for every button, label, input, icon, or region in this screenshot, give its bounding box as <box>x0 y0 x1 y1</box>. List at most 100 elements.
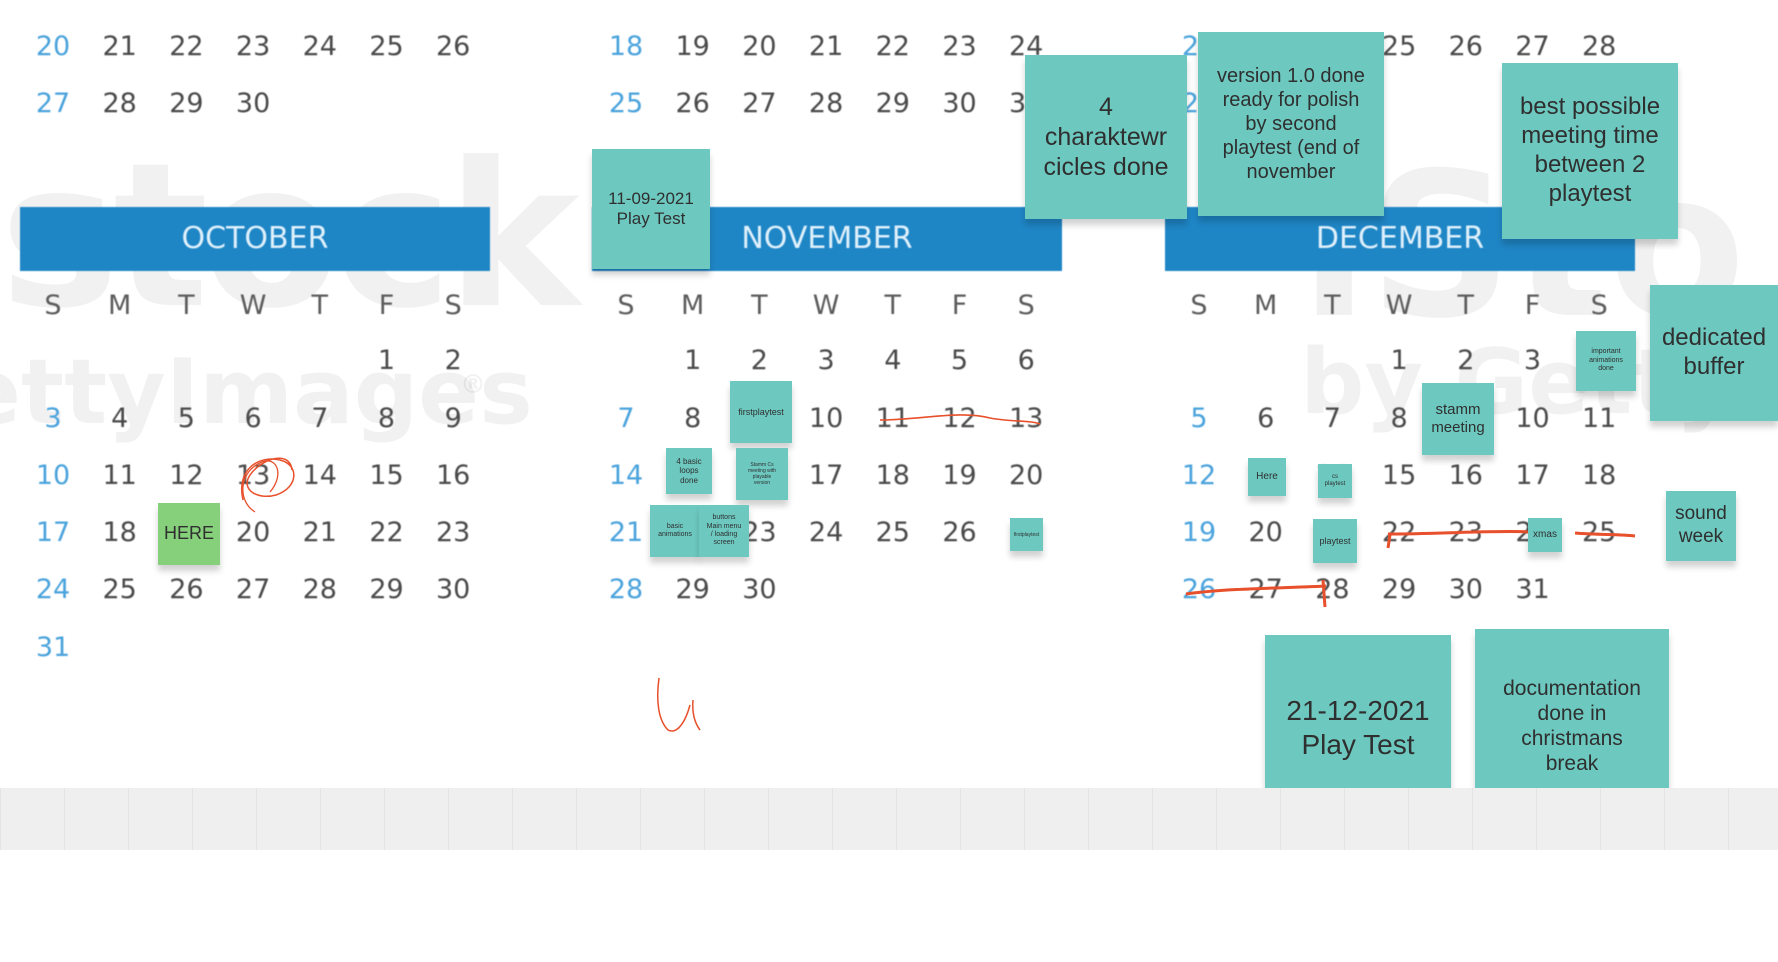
day-november-1: 1 <box>684 345 702 376</box>
day-october-18: 18 <box>102 517 137 548</box>
day-november-28: 28 <box>608 574 644 605</box>
day-october-25: 25 <box>102 574 137 605</box>
day-october-4: 4 <box>111 403 129 434</box>
day-october-26: 26 <box>169 574 204 605</box>
day-december-1: 1 <box>1390 345 1408 376</box>
day-october-7: 7 <box>311 403 329 434</box>
day-october-prev-24: 24 <box>302 31 337 62</box>
day-november-prev-19: 19 <box>675 31 710 62</box>
day-october-13: 13 <box>235 460 271 491</box>
weekday-october-6: S <box>444 290 462 321</box>
day-december-22: 22 <box>1381 517 1417 548</box>
day-december-17: 17 <box>1515 460 1550 491</box>
day-october-prev-28: 28 <box>102 88 137 119</box>
day-october-14: 14 <box>302 460 337 491</box>
sticky-note-here-oct[interactable]: HERE <box>158 503 220 565</box>
day-december-11: 11 <box>1582 403 1617 434</box>
day-december-27: 27 <box>1248 574 1283 605</box>
day-october-3: 3 <box>44 403 62 434</box>
sticky-note-playtest-dec[interactable]: playtest <box>1313 519 1357 563</box>
day-november-prev-23: 23 <box>942 31 977 62</box>
weekday-october-1: M <box>108 290 132 321</box>
day-october-27: 27 <box>235 574 271 605</box>
day-december-29: 29 <box>1381 574 1417 605</box>
day-december-6: 6 <box>1257 403 1275 434</box>
day-december-28: 28 <box>1315 574 1350 605</box>
day-october-29: 29 <box>369 574 404 605</box>
day-november-11: 11 <box>875 403 910 434</box>
day-november-14: 14 <box>608 460 644 491</box>
day-november-prev-26: 26 <box>675 88 710 119</box>
day-december-12: 12 <box>1181 460 1217 491</box>
sticky-note-documentation[interactable]: documentation done in christmans break <box>1475 629 1669 790</box>
handwriting-ui <box>656 677 701 732</box>
day-december-3: 3 <box>1523 345 1542 376</box>
day-november-21: 21 <box>608 517 644 548</box>
day-november-26: 26 <box>942 517 977 548</box>
day-november-20: 20 <box>1009 460 1044 491</box>
day-november-8: 8 <box>684 403 702 434</box>
sticky-note-playtest-nov[interactable]: 11-09-2021 Play Test <box>592 149 710 269</box>
day-november-prev-30: 30 <box>942 88 977 119</box>
day-october-prev-29: 29 <box>169 88 204 119</box>
day-october-17: 17 <box>35 517 71 548</box>
day-october-6: 6 <box>244 403 262 434</box>
day-october-prev-23: 23 <box>235 31 271 62</box>
day-october-20: 20 <box>235 517 271 548</box>
sticky-note-stamm-cs[interactable]: Stamm Cs meeting with playable version <box>736 448 788 500</box>
day-october-prev-27: 27 <box>35 88 71 119</box>
weekday-december-2: T <box>1324 290 1341 321</box>
day-december-25: 25 <box>1582 517 1617 548</box>
sticky-note-basic-animations[interactable]: basic animations <box>650 505 700 557</box>
sticky-note-version-done[interactable]: version 1.0 done ready for polish by sec… <box>1198 32 1384 216</box>
day-november-5: 5 <box>950 345 969 376</box>
sticky-note-xmas[interactable]: xmas <box>1528 518 1562 552</box>
sticky-note-firstplaytest[interactable]: firstplaytest <box>730 381 792 443</box>
sticky-note-important-animations[interactable]: important animations done <box>1576 331 1636 391</box>
day-november-prev-27: 27 <box>742 88 777 119</box>
day-november-24: 24 <box>808 517 844 548</box>
weekday-november-1: M <box>681 290 705 321</box>
day-november-prev-25: 25 <box>608 88 644 119</box>
day-october-12: 12 <box>169 460 204 491</box>
sticky-note-here-dec[interactable]: Here <box>1248 458 1286 496</box>
weekday-october-2: T <box>178 290 195 321</box>
day-december-prev-25: 25 <box>1381 31 1417 62</box>
weekday-october-0: S <box>44 290 62 321</box>
day-december-prev-27: 27 <box>1515 31 1550 62</box>
day-december-7: 7 <box>1323 403 1341 434</box>
sticky-note-buttons-menu[interactable]: buttons Main menu / loading screen <box>699 505 749 557</box>
day-december-18: 18 <box>1582 460 1617 491</box>
sticky-note-charakter-cicles[interactable]: 4 charaktewr cicles done <box>1025 55 1187 219</box>
day-october-1: 1 <box>377 345 396 376</box>
day-november-prev-20: 20 <box>742 31 777 62</box>
sticky-note-basic-loops[interactable]: 4 basic loops done <box>666 448 712 494</box>
day-december-10: 10 <box>1515 403 1550 434</box>
sticky-note-dedicated-buffer[interactable]: dedicated buffer <box>1650 285 1778 421</box>
whiteboard-canvas[interactable]: stock ettyImages ® iSto by Getty I OCTOB… <box>0 0 1778 790</box>
sticky-note-sound-week[interactable]: sound week <box>1666 491 1736 561</box>
day-december-31: 31 <box>1515 574 1550 605</box>
day-october-31: 31 <box>35 632 71 663</box>
day-october-prev-20: 20 <box>35 31 71 62</box>
watermark-registered: ® <box>460 370 486 400</box>
day-october-24: 24 <box>35 574 71 605</box>
sticky-note-playtest-big[interactable]: 21-12-2021 Play Test <box>1265 635 1451 790</box>
weekday-november-2: T <box>751 290 768 321</box>
weekday-october-5: F <box>378 290 395 321</box>
sticky-note-best-meeting[interactable]: best possible meeting time between 2 pla… <box>1502 63 1678 239</box>
sticky-note-stamm-meeting[interactable]: stamm meeting <box>1422 383 1494 455</box>
weekday-december-5: F <box>1524 290 1541 321</box>
day-december-5: 5 <box>1190 403 1208 434</box>
day-october-2: 2 <box>444 345 462 376</box>
weekday-december-4: T <box>1457 290 1475 321</box>
day-december-8: 8 <box>1390 403 1408 434</box>
day-october-28: 28 <box>302 574 337 605</box>
day-october-23: 23 <box>436 517 471 548</box>
day-november-30: 30 <box>742 574 777 605</box>
sticky-note-firstplaytest-small[interactable]: firstplaytest <box>1010 518 1043 551</box>
sticky-note-cs-playtest[interactable]: cs playtest <box>1318 464 1352 498</box>
day-october-prev-25: 25 <box>369 31 404 62</box>
day-november-29: 29 <box>675 574 710 605</box>
day-december-23: 23 <box>1448 517 1483 548</box>
